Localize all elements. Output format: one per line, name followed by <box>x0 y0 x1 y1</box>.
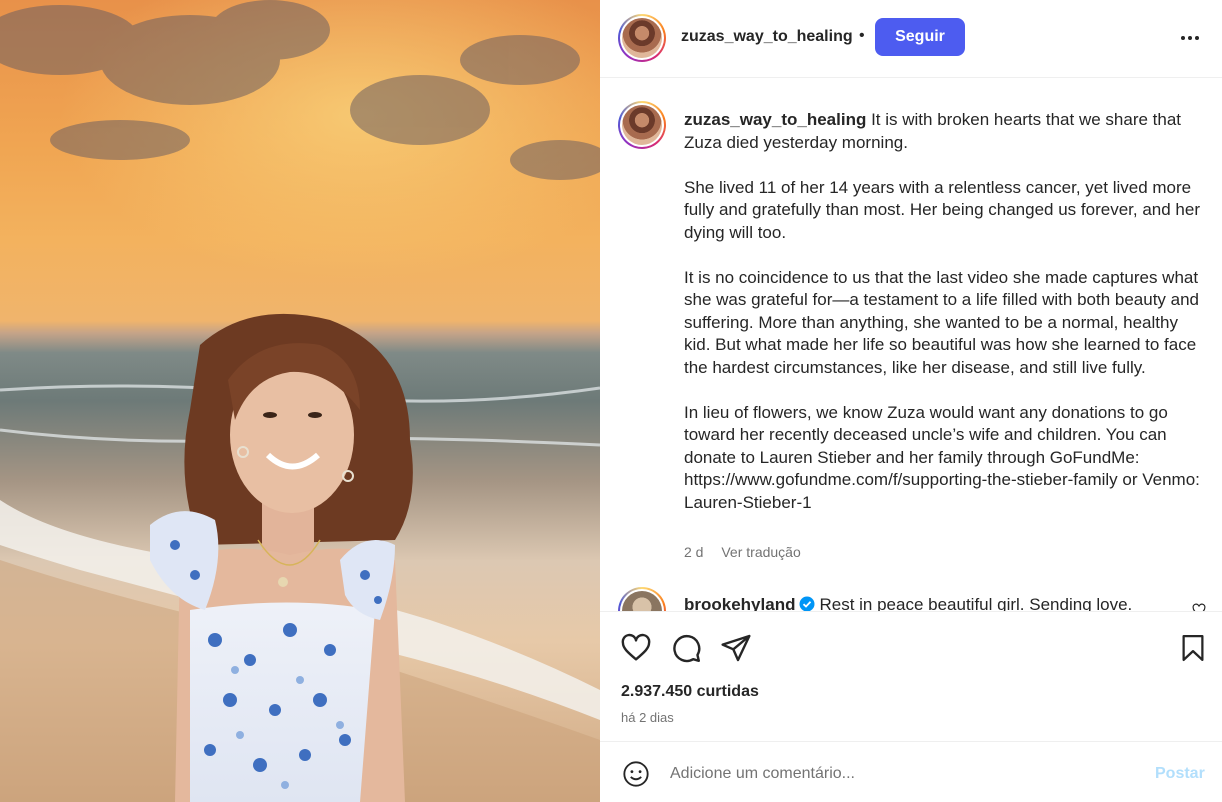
comment-like-heart-icon[interactable] <box>1192 603 1206 611</box>
more-horizontal-icon[interactable] <box>1178 26 1202 50</box>
likes-count[interactable]: 2.937.450 curtidas <box>621 683 759 701</box>
post-panel: zuzas_way_to_healing • Seguir zuzas_way_… <box>600 0 1222 802</box>
post-comment-button[interactable]: Postar <box>1155 765 1205 783</box>
comment-icon[interactable] <box>670 632 702 669</box>
add-comment-bar: Postar <box>600 743 1222 802</box>
post-caption: zuzas_way_to_healing It is with broken h… <box>684 109 1204 537</box>
post-actions: 2.937.450 curtidas há 2 dias <box>600 611 1222 742</box>
author-avatar[interactable] <box>618 14 666 62</box>
header-separator: • <box>859 27 865 44</box>
post-header: zuzas_way_to_healing • Seguir <box>600 0 1222 78</box>
comment-item: brookehyland Rest in peace beautiful girl… <box>684 595 1132 611</box>
comment-text: Rest in peace beautiful girl. Sending lo… <box>819 595 1133 611</box>
emoji-icon[interactable] <box>622 760 650 793</box>
post-date[interactable]: há 2 dias <box>621 710 674 725</box>
verified-badge-icon <box>799 596 815 611</box>
caption-meta: 2 d Ver tradução <box>684 544 801 560</box>
see-translation-link[interactable]: Ver tradução <box>721 544 800 560</box>
follow-button[interactable]: Seguir <box>875 18 965 56</box>
bookmark-icon[interactable] <box>1178 632 1208 669</box>
author-username[interactable]: zuzas_way_to_healing <box>681 28 853 46</box>
caption-paragraph-2: She lived 11 of her 14 years with a rele… <box>684 177 1200 242</box>
commenter-username[interactable]: brookehyland <box>684 595 795 611</box>
post-image-illustration <box>0 0 600 802</box>
caption-age: 2 d <box>684 544 704 560</box>
caption-author-avatar[interactable] <box>618 101 666 149</box>
caption-paragraph-3: It is no coincidence to us that the last… <box>684 267 1200 377</box>
caption-paragraph-4: In lieu of flowers, we know Zuza would w… <box>684 402 1200 512</box>
caption-username[interactable]: zuzas_way_to_healing <box>684 110 866 129</box>
post-image[interactable] <box>0 0 600 802</box>
share-icon[interactable] <box>720 632 752 669</box>
heart-icon[interactable] <box>620 632 652 669</box>
comments-section[interactable]: zuzas_way_to_healing It is with broken h… <box>600 79 1222 611</box>
commenter-avatar[interactable] <box>618 587 666 611</box>
comment-input[interactable] <box>670 761 1130 787</box>
